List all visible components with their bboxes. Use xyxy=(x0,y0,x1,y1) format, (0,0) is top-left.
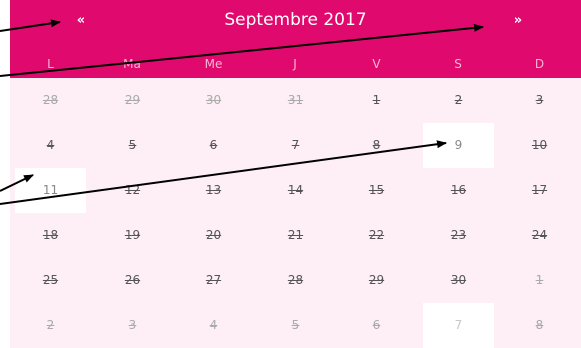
day-cell-unavailable: 21 xyxy=(287,228,304,242)
day-cell-unavailable: 1 xyxy=(372,93,381,107)
day-cell-unavailable: 1 xyxy=(535,273,544,287)
day-cell-unavailable: 12 xyxy=(124,183,141,197)
next-month-button[interactable]: » xyxy=(501,9,535,33)
day-cell-available[interactable]: 9 xyxy=(423,123,494,168)
day-cell-unavailable: 2 xyxy=(46,318,55,332)
day-cell-unavailable: 28 xyxy=(287,273,304,287)
day-cell-unavailable: 30 xyxy=(450,273,467,287)
day-cell-available[interactable]: 7 xyxy=(423,303,494,348)
day-cell-unavailable: 18 xyxy=(42,228,59,242)
day-cell-unavailable: 17 xyxy=(531,183,548,197)
day-cell-unavailable: 4 xyxy=(46,138,55,152)
weekday-label: S xyxy=(454,57,462,71)
day-cell-unavailable: 15 xyxy=(368,183,385,197)
day-cell-unavailable: 5 xyxy=(291,318,300,332)
day-cell-unavailable: 23 xyxy=(450,228,467,242)
day-cell-available[interactable]: 11 xyxy=(15,168,86,213)
day-cell-unavailable: 29 xyxy=(368,273,385,287)
day-grid: 28 29 30 31 1 2 3 4 5 6 7 8 9 10 11 12 13 14 15 16 17 18 19 20 2… xyxy=(10,78,581,348)
day-cell-unavailable: 4 xyxy=(209,318,218,332)
day-cell-unavailable: 26 xyxy=(124,273,141,287)
weekday-label: D xyxy=(534,57,545,71)
day-cell-unavailable: 2 xyxy=(454,93,463,107)
day-cell-unavailable: 27 xyxy=(205,273,222,287)
calendar-header: « Septembre 2017 » L Ma Me J V S D xyxy=(10,0,581,78)
day-cell-unavailable: 3 xyxy=(535,93,544,107)
day-cell-unavailable: 10 xyxy=(531,138,548,152)
day-cell-unavailable: 20 xyxy=(205,228,222,242)
day-cell-unavailable: 16 xyxy=(450,183,467,197)
weekday-label: Ma xyxy=(123,57,141,71)
day-cell-unavailable: 6 xyxy=(209,138,218,152)
day-cell-unavailable: 8 xyxy=(372,138,381,152)
day-cell-unavailable: 22 xyxy=(368,228,385,242)
weekday-label: V xyxy=(372,57,381,71)
day-cell-unavailable: 13 xyxy=(205,183,222,197)
day-cell-unavailable: 3 xyxy=(128,318,137,332)
day-cell-unavailable: 29 xyxy=(124,93,141,107)
weekday-label: Me xyxy=(204,57,223,71)
day-cell-unavailable: 25 xyxy=(42,273,59,287)
day-cell-unavailable: 14 xyxy=(287,183,304,197)
day-cell-unavailable: 30 xyxy=(205,93,222,107)
month-title: Septembre 2017 xyxy=(224,10,367,30)
day-cell-unavailable: 31 xyxy=(287,93,304,107)
day-cell-unavailable: 19 xyxy=(124,228,141,242)
day-cell-unavailable: 5 xyxy=(128,138,137,152)
day-cell-unavailable: 24 xyxy=(531,228,548,242)
day-cell-unavailable: 7 xyxy=(291,138,300,152)
day-cell-unavailable: 28 xyxy=(42,93,59,107)
day-cell-unavailable: 6 xyxy=(372,318,381,332)
day-cell-unavailable: 8 xyxy=(535,318,544,332)
date-picker: « Septembre 2017 » L Ma Me J V S D 28 29 30 31 1 2 3… xyxy=(0,0,581,348)
weekday-label: L xyxy=(47,57,54,71)
weekday-label: J xyxy=(293,57,297,71)
